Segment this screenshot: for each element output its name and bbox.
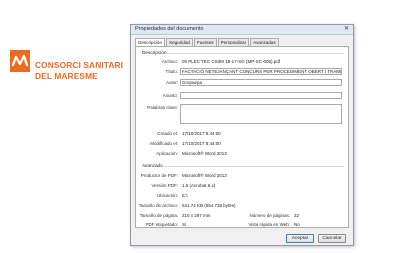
description-panel: Descripción Archivo: 05 PLEC TEC CSdM 18… [135, 46, 349, 228]
pagecount-value: 32 [294, 213, 300, 218]
dialog-titlebar[interactable]: Propiedades del documento ✕ [131, 25, 353, 35]
filesize-value: 541,74 KB (554.738 bytes) [182, 203, 236, 208]
tab-security[interactable]: Seguridad [166, 38, 193, 46]
fast-web-view-label: Vista rápida en Web: [248, 222, 290, 227]
keywords-field[interactable] [180, 104, 342, 124]
pdf-version-label: Versión PDF: [151, 183, 178, 188]
logo-text-line1: CONSORCI SANITARI [35, 60, 124, 70]
title-field[interactable]: FACTACIÓ NETEJANÇANT CONCURS PER PROCEDI… [180, 68, 342, 75]
tab-fonts[interactable]: Fuentes [193, 38, 217, 46]
ok-button[interactable]: Aceptar [286, 234, 314, 243]
section-advanced-title: Avanzado [142, 163, 163, 168]
author-field[interactable]: Grupaepa [180, 79, 342, 86]
tab-bar: Descripción Seguridad Fuentes Personaliz… [135, 38, 280, 47]
section-divider [166, 53, 344, 54]
section-divider [164, 166, 344, 167]
pagesize-label: Tamaño de página: [139, 213, 178, 218]
application-label: Aplicación: [156, 151, 178, 156]
pagesize-value: 210 x 297 mm [182, 213, 211, 218]
tab-advanced[interactable]: Avanzadas [250, 38, 279, 46]
file-label: Archivo: [161, 59, 178, 64]
cancel-button[interactable]: Cancelar [318, 234, 346, 243]
dialog-title: Propiedades del documento [135, 26, 204, 32]
filesize-label: Tamaño de archivo: [138, 203, 178, 208]
document-properties-dialog: Propiedades del documento ✕ Descripción … [130, 24, 354, 246]
subject-label: Asunto: [162, 93, 178, 98]
pdf-version-value: 1.5 (Acrobat 6.x) [182, 183, 216, 188]
created-label: Creado el: [157, 131, 178, 136]
section-description-title: Descripción [142, 50, 167, 55]
tagged-pdf-label: PDF etiquetado: [145, 222, 178, 227]
logo-mark-icon [10, 50, 30, 72]
pagecount-label: Número de páginas: [249, 213, 290, 218]
created-value: 17/10/2017 8:44:00 [182, 131, 221, 136]
keywords-label: Palabras clave: [147, 105, 178, 110]
title-label: Título: [165, 69, 178, 74]
author-label: Autor: [165, 80, 178, 85]
close-icon[interactable]: ✕ [342, 26, 351, 33]
application-value: Microsoft® Word 2013 [182, 151, 227, 156]
file-value: 05 PLEC TEC CSdM 18-17-SG (MP-SC-006).pd… [182, 59, 280, 64]
fast-web-view-value: No [294, 222, 300, 227]
modified-label: Modificado el: [150, 141, 178, 146]
location-label: Ubicación: [156, 193, 178, 198]
subject-field[interactable] [180, 92, 342, 99]
consorci-logo: CONSORCI SANITARI DEL MARESME [7, 50, 123, 90]
producer-value: Microsoft® Word 2013 [182, 173, 227, 178]
tab-custom[interactable]: Personalizar [217, 38, 250, 46]
tagged-pdf-value: Sí [182, 222, 187, 227]
modified-value: 17/10/2017 8:44:00 [182, 141, 221, 146]
logo-text-line2: DEL MARESME [35, 71, 98, 81]
location-value: E:\ [182, 193, 188, 198]
producer-label: Productor de PDF: [140, 173, 178, 178]
